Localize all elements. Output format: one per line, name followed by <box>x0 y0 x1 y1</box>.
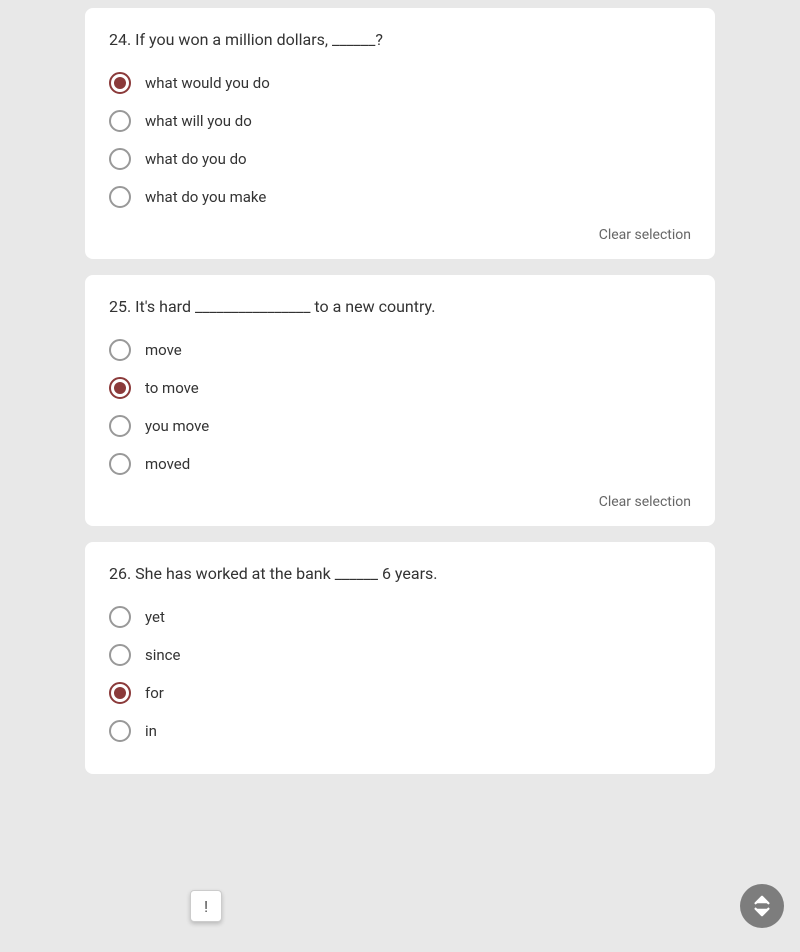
clear-selection-25: Clear selection <box>109 491 691 510</box>
radio-q24_a[interactable] <box>109 72 131 94</box>
radio-inner-q24_a <box>114 77 126 89</box>
option-row-q25_d[interactable]: moved <box>109 453 691 475</box>
option-label-q24_c: what do you do <box>145 150 247 168</box>
clear-selection-24: Clear selection <box>109 224 691 243</box>
option-label-q25_d: moved <box>145 455 190 473</box>
option-label-q26_b: since <box>145 646 180 664</box>
option-row-q26_a[interactable]: yet <box>109 606 691 628</box>
option-row-q25_c[interactable]: you move <box>109 415 691 437</box>
radio-q26_c[interactable] <box>109 682 131 704</box>
nav-button[interactable] <box>740 884 784 928</box>
option-label-q24_b: what will you do <box>145 112 252 130</box>
radio-inner-q26_c <box>114 687 126 699</box>
option-label-q26_c: for <box>145 684 164 702</box>
radio-q25_a[interactable] <box>109 339 131 361</box>
option-label-q24_d: what do you make <box>145 188 266 206</box>
radio-q26_a[interactable] <box>109 606 131 628</box>
radio-q24_d[interactable] <box>109 186 131 208</box>
radio-q24_c[interactable] <box>109 148 131 170</box>
option-row-q24_b[interactable]: what will you do <box>109 110 691 132</box>
option-label-q25_b: to move <box>145 379 199 397</box>
option-row-q26_c[interactable]: for <box>109 682 691 704</box>
radio-inner-q25_b <box>114 382 126 394</box>
quiz-screen: 24. If you won a million dollars, ______… <box>0 0 800 952</box>
option-label-q25_a: move <box>145 341 182 359</box>
radio-q24_b[interactable] <box>109 110 131 132</box>
option-label-q26_d: in <box>145 722 157 740</box>
option-row-q25_a[interactable]: move <box>109 339 691 361</box>
nav-icon <box>751 895 773 917</box>
question-card-26: 26. She has worked at the bank ______ 6 … <box>85 542 715 774</box>
option-row-q24_a[interactable]: what would you do <box>109 72 691 94</box>
option-row-q24_d[interactable]: what do you make <box>109 186 691 208</box>
radio-q25_d[interactable] <box>109 453 131 475</box>
question-card-24: 24. If you won a million dollars, ______… <box>85 8 715 259</box>
option-row-q26_d[interactable]: in <box>109 720 691 742</box>
clear-button-24[interactable]: Clear selection <box>599 227 691 243</box>
clear-button-25[interactable]: Clear selection <box>599 494 691 510</box>
question-text-24: 24. If you won a million dollars, ______… <box>109 28 691 52</box>
question-card-25: 25. It's hard ________________ to a new … <box>85 275 715 526</box>
question-text-26: 26. She has worked at the bank ______ 6 … <box>109 562 691 586</box>
option-label-q24_a: what would you do <box>145 74 270 92</box>
question-text-25: 25. It's hard ________________ to a new … <box>109 295 691 319</box>
option-row-q25_b[interactable]: to move <box>109 377 691 399</box>
radio-q26_b[interactable] <box>109 644 131 666</box>
option-label-q26_a: yet <box>145 608 165 626</box>
flag-button[interactable]: ! <box>190 890 222 922</box>
radio-q25_c[interactable] <box>109 415 131 437</box>
option-row-q26_b[interactable]: since <box>109 644 691 666</box>
radio-q26_d[interactable] <box>109 720 131 742</box>
radio-q25_b[interactable] <box>109 377 131 399</box>
option-label-q25_c: you move <box>145 417 209 435</box>
option-row-q24_c[interactable]: what do you do <box>109 148 691 170</box>
